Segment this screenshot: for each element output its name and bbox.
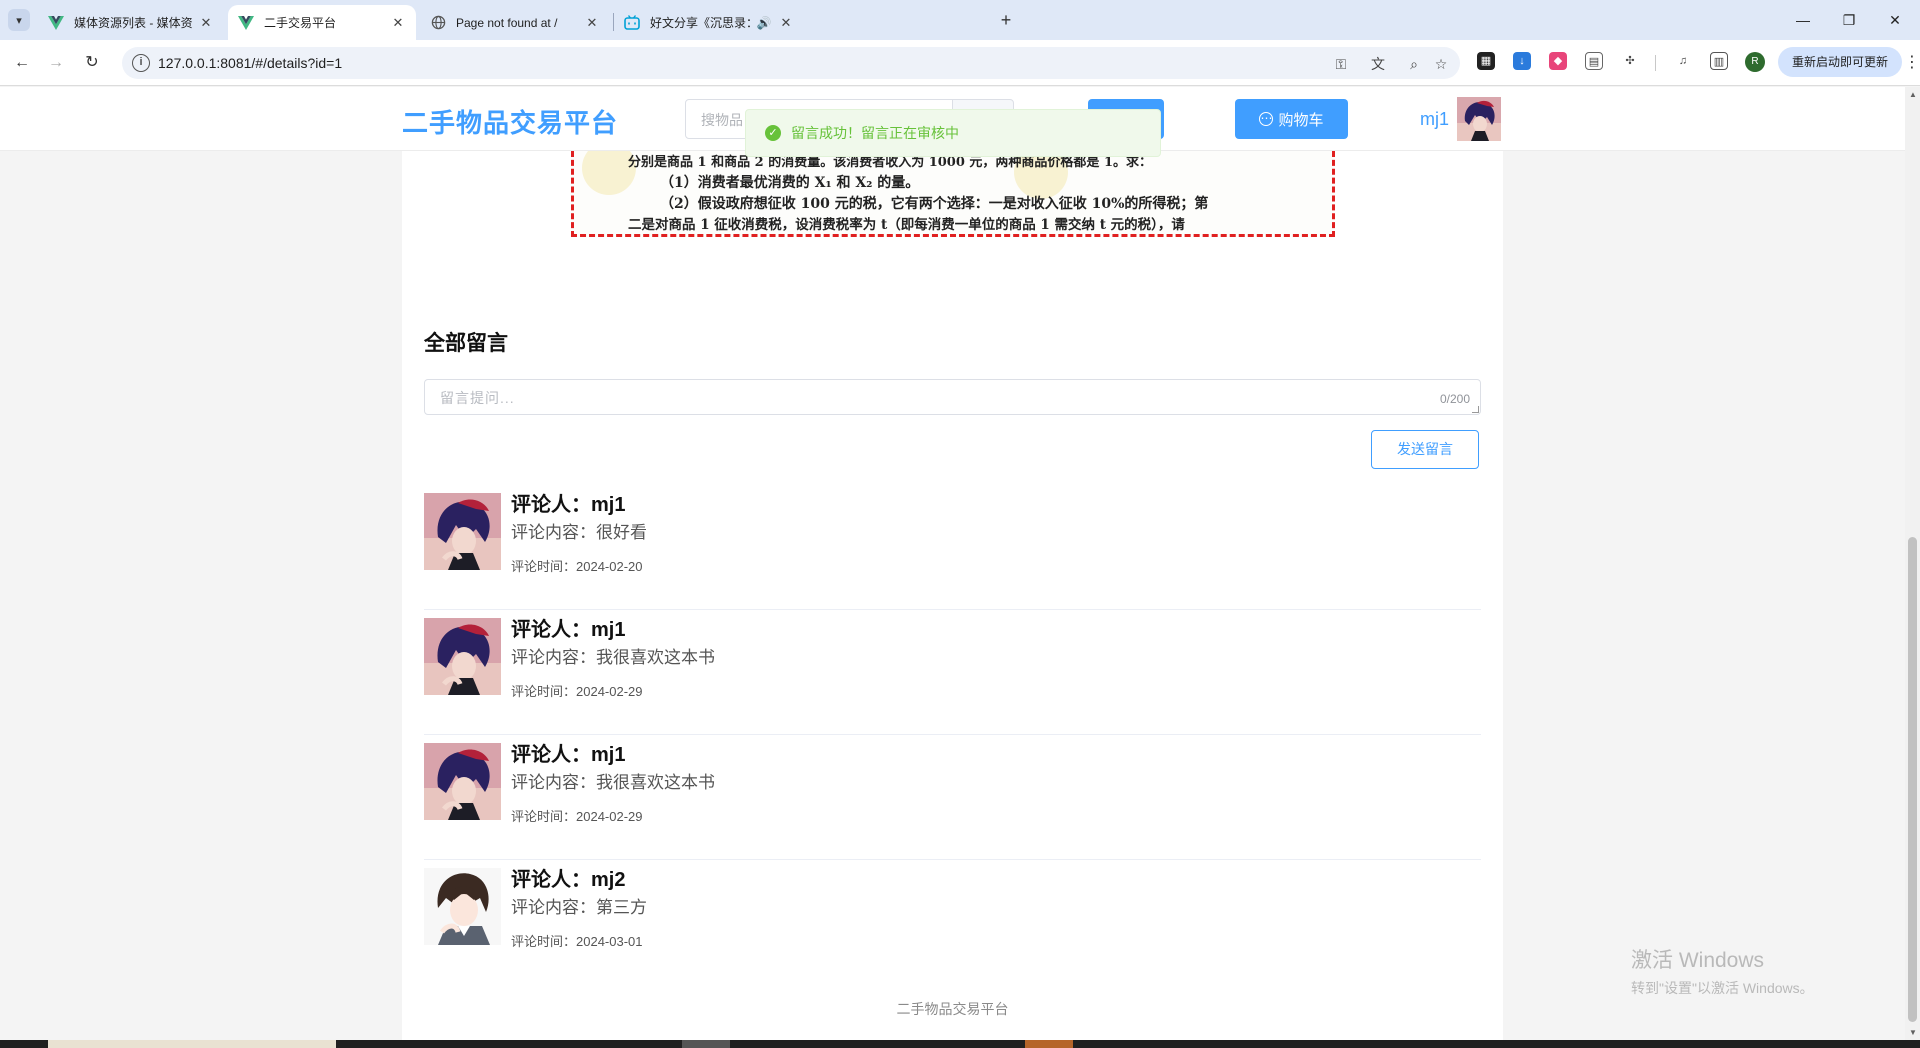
site-logo[interactable]: 二手物品交易平台 (402, 103, 618, 140)
comment-author: 评论人：mj2 (511, 869, 626, 891)
send-comment-button[interactable]: 发送留言 (1371, 430, 1479, 469)
document-line: 二是对商品 1 征收消费税，设消费税率为 t（即每消费一单位的商品 1 需交纳 … (628, 217, 1185, 233)
cart-button[interactable]: ⋯ 购物车 (1235, 99, 1348, 139)
success-toast: ✓ 留言成功！留言正在审核中 (745, 109, 1161, 157)
profile-avatar[interactable]: R (1745, 52, 1765, 72)
extension-icon[interactable]: ▤ (1585, 52, 1603, 70)
document-line: （1）消费者最优消费的 X₁ 和 X₂ 的量。 (660, 175, 920, 191)
commenter-avatar (424, 493, 501, 570)
update-button[interactable]: 重新启动即可更新 (1778, 47, 1902, 77)
comment-item: 评论人：mj1 评论内容：我很喜欢这本书 评论时间：2024-02-29 (424, 610, 1481, 735)
comment-item: 评论人：mj1 评论内容：很好看 评论时间：2024-02-20 (424, 485, 1481, 610)
close-icon[interactable]: ✕ (778, 15, 794, 31)
comment-time: 评论时间：2024-02-29 (511, 684, 643, 699)
footer-text: 二手物品交易平台 (896, 1001, 1009, 1017)
vue-icon (48, 15, 64, 31)
document-line: （2）假设政府想征收 100 元的税，它有两个选择：一是对收入征收 10%的所得… (660, 196, 1209, 212)
comment-author: 评论人：mj1 (511, 619, 626, 641)
zoom-icon[interactable]: ⌕ (1405, 55, 1423, 73)
tab-title: 二手交易平台 (264, 16, 337, 30)
commenter-avatar (424, 743, 501, 820)
windows-activation-watermark: 激活 Windows 转到"设置"以激活 Windows。 (1631, 944, 1814, 998)
product-document-image: 分别是商品 1 和商品 2 的消费量。该消费者收入为 1000 元，两种商品价格… (571, 151, 1335, 237)
textarea-placeholder: 留言提问... (440, 390, 515, 406)
menu-dots-icon[interactable]: ⋮ (1904, 52, 1920, 72)
new-tab-button[interactable]: + (995, 9, 1017, 31)
reload-icon[interactable]: ↻ (80, 51, 104, 75)
tab-secondhand-platform[interactable]: 二手交易平台 ✕ (228, 5, 416, 40)
tab-search-button[interactable]: ▾ (8, 9, 30, 31)
forward-arrow-icon[interactable]: → (44, 51, 68, 75)
extension-icon[interactable]: ◆ (1549, 52, 1567, 70)
close-icon[interactable]: ✕ (584, 15, 600, 31)
url-text[interactable]: 127.0.0.1:8081/#/details?id=1 (158, 55, 342, 71)
taskbar-item[interactable] (48, 1040, 336, 1048)
page-scrollbar[interactable]: ▲ ▼ (1905, 87, 1920, 1040)
close-icon[interactable]: ✕ (198, 15, 214, 31)
tab-title: 好文分享《沉思录：人生 (650, 16, 752, 30)
tab-title: 媒体资源列表 - 媒体资源管理系 (74, 16, 192, 30)
toolbar-separator (1655, 55, 1656, 71)
back-arrow-icon[interactable]: ← (10, 51, 34, 75)
char-count: 0/200 (1439, 392, 1470, 406)
address-bar[interactable]: i 127.0.0.1:8081/#/details?id=1 ⚿ 文 ⌕ ☆ (122, 47, 1460, 79)
tab-page-not-found[interactable]: Page not found at / ✕ (420, 5, 610, 40)
close-window-button[interactable]: ✕ (1872, 0, 1918, 40)
commenter-avatar (424, 618, 501, 695)
scroll-up-arrow-icon[interactable]: ▲ (1909, 90, 1917, 99)
comment-time: 评论时间：2024-03-01 (511, 934, 643, 949)
speaker-icon[interactable]: 🔊 (756, 15, 772, 31)
download-extension-icon[interactable]: ↓ (1513, 52, 1531, 70)
vue-icon (238, 15, 254, 31)
site-info-icon[interactable]: i (132, 54, 150, 72)
taskbar-item[interactable] (682, 1040, 730, 1048)
comment-textarea[interactable]: 留言提问... 0/200 (424, 379, 1481, 415)
restore-button[interactable]: ❐ (1826, 0, 1872, 40)
comment-content: 评论内容：我很喜欢这本书 (511, 648, 715, 667)
activation-line-1: 激活 Windows (1631, 949, 1765, 972)
scroll-down-arrow-icon[interactable]: ▼ (1909, 1028, 1917, 1037)
username-link[interactable]: mj1 (1420, 109, 1449, 130)
check-circle-icon: ✓ (765, 125, 781, 141)
page-viewport: 分别是商品 1 和商品 2 的消费量。该消费者收入为 1000 元，两种商品价格… (0, 87, 1920, 1040)
comment-author: 评论人：mj1 (511, 494, 626, 516)
tab-article-share[interactable]: 好文分享《沉思录：人生 🔊 ✕ (614, 5, 804, 40)
bilibili-icon (624, 15, 640, 31)
minimize-button[interactable]: — (1780, 0, 1826, 40)
close-icon[interactable]: ✕ (390, 15, 406, 31)
activation-line-2: 转到"设置"以激活 Windows。 (1631, 980, 1814, 996)
tab-media-list[interactable]: 媒体资源列表 - 媒体资源管理系 ✕ (38, 5, 224, 40)
puzzle-extensions-icon[interactable]: ✣ (1621, 52, 1639, 70)
side-panel-icon[interactable]: ▥ (1710, 52, 1728, 70)
chat-icon: ⋯ (1259, 111, 1274, 126)
extension-icon[interactable]: ▦ (1477, 52, 1495, 70)
comment-content: 评论内容：第三方 (511, 898, 647, 917)
bookmark-star-icon[interactable]: ☆ (1432, 55, 1450, 73)
taskbar-item[interactable] (1025, 1040, 1073, 1048)
comment-content: 评论内容：很好看 (511, 523, 647, 542)
comments-card: 全部留言 留言提问... 0/200 发送留言 评论人：mj1 评论内容：很好看… (402, 305, 1503, 1040)
tab-title: Page not found at / (456, 15, 558, 30)
user-avatar[interactable] (1457, 97, 1501, 141)
cart-label: 购物车 (1278, 111, 1324, 129)
comment-time: 评论时间：2024-02-20 (511, 559, 643, 574)
translate-icon[interactable]: 文 (1369, 55, 1387, 73)
comments-title: 全部留言 (424, 332, 508, 355)
comment-time: 评论时间：2024-02-29 (511, 809, 643, 824)
media-control-icon[interactable]: ♫ (1674, 52, 1692, 70)
comment-author: 评论人：mj1 (511, 744, 626, 766)
browser-tab-bar: ▾ 媒体资源列表 - 媒体资源管理系 ✕ 二手交易平台 ✕ Page not f… (0, 0, 1920, 40)
password-key-icon[interactable]: ⚿ (1332, 55, 1350, 73)
os-taskbar (0, 1040, 1920, 1048)
comment-item: 评论人：mj1 评论内容：我很喜欢这本书 评论时间：2024-02-29 (424, 735, 1481, 860)
globe-icon (430, 15, 446, 31)
commenter-avatar (424, 868, 501, 945)
scroll-thumb[interactable] (1908, 537, 1917, 1022)
comment-content: 评论内容：我很喜欢这本书 (511, 773, 715, 792)
resize-grip-icon[interactable] (1472, 406, 1479, 413)
toast-message: 留言成功！留言正在审核中 (791, 125, 959, 141)
comment-item: 评论人：mj2 评论内容：第三方 评论时间：2024-03-01 (424, 860, 1481, 985)
